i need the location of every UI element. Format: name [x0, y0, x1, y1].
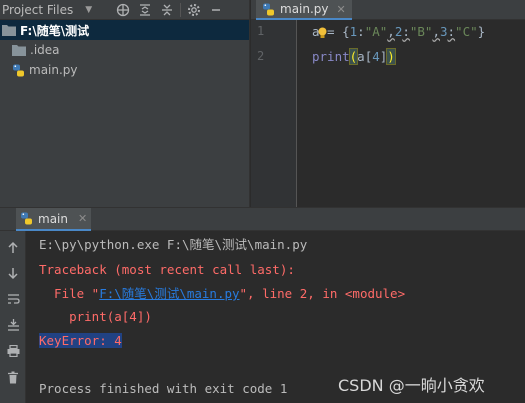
console-exit-line: Process finished with exit code 1 — [39, 381, 288, 396]
code-token: : — [447, 24, 456, 39]
expand-all-icon[interactable] — [134, 0, 156, 20]
tree-item-root-folder[interactable]: F:\随笔\测试 — [0, 20, 249, 40]
arrow-up-icon[interactable] — [2, 236, 24, 258]
code-token: "C" — [455, 24, 478, 39]
trash-icon[interactable] — [2, 366, 24, 388]
close-icon[interactable]: ✕ — [78, 212, 87, 225]
console-traceback-header: Traceback (most recent call last): — [39, 262, 295, 277]
minimize-icon[interactable] — [205, 0, 227, 20]
print-icon[interactable] — [2, 340, 24, 362]
code-token: : — [357, 24, 365, 39]
code-token: } — [477, 24, 486, 39]
project-toolbar: Project Files ▼ — [0, 0, 249, 20]
python-file-icon — [262, 3, 275, 16]
tree-item-label: F:\随笔\测试 — [20, 23, 90, 38]
tree-item-label: .idea — [30, 43, 60, 57]
ide-top-region: Project Files ▼ F:\随笔\测试 .idea main.py m… — [0, 0, 525, 207]
folder-icon — [12, 44, 26, 56]
code-line-2: print(a[4]) — [312, 47, 396, 67]
tab-label: main — [38, 211, 68, 226]
code-editor[interactable]: a = {1:"A",2:"B",3:"C"} print(a[4]) — [298, 20, 525, 207]
line-number-gutter: 1 2 — [251, 20, 297, 207]
tab-main-py[interactable]: main.py ✕ — [256, 0, 352, 20]
code-token: : — [402, 24, 410, 39]
watermark: CSDN @一晌小贪欢 — [338, 376, 485, 395]
selected-error-text[interactable]: KeyError: 4 — [39, 333, 122, 348]
line-number: 2 — [257, 49, 265, 63]
code-token: "B" — [409, 24, 433, 39]
toolbar-divider — [180, 2, 182, 17]
code-line-1: a = {1:"A",2:"B",3:"C"} — [312, 22, 485, 42]
gear-icon[interactable] — [183, 0, 205, 20]
console-traceback-file-line: File "F:\随笔\测试\main.py", line 2, in <mod… — [39, 285, 405, 303]
python-file-icon — [12, 64, 25, 77]
locate-target-icon[interactable] — [112, 0, 134, 20]
console-command-line: E:\py\python.exe F:\随笔\测试\main.py — [39, 237, 308, 252]
run-toolbar — [0, 231, 26, 403]
tab-label: main.py — [280, 2, 329, 16]
chevron-down-icon[interactable]: ▼ — [85, 5, 92, 15]
scroll-to-end-icon[interactable] — [2, 314, 24, 336]
console-error-line: KeyError: 4 — [39, 332, 122, 350]
file-link[interactable]: F:\随笔\测试\main.py — [99, 286, 239, 301]
tree-item-label: main.py — [29, 63, 78, 77]
console-text: ", line 2, in <module> — [239, 286, 406, 301]
console-text: File " — [39, 286, 100, 301]
editor-tab-bar: main.py ✕ — [251, 0, 525, 20]
code-token: ) — [386, 48, 396, 65]
code-token: { — [342, 24, 350, 39]
folder-icon — [2, 24, 16, 36]
code-token: 3 — [439, 24, 448, 39]
tree-item-main-py[interactable]: main.py — [0, 60, 249, 80]
collapse-all-icon[interactable] — [156, 0, 178, 20]
code-token: 4 — [372, 49, 380, 64]
tab-run-main[interactable]: main ✕ — [16, 208, 92, 231]
project-view-selector[interactable]: Project Files — [0, 3, 73, 17]
close-icon[interactable]: ✕ — [337, 3, 346, 16]
code-token: a[ — [357, 49, 373, 64]
code-token: print — [312, 49, 350, 64]
code-token: , — [387, 24, 395, 39]
soft-wrap-icon[interactable] — [2, 288, 24, 310]
line-number: 1 — [257, 24, 265, 38]
python-file-icon — [20, 212, 33, 225]
code-token: "A" — [364, 24, 388, 39]
arrow-down-icon[interactable] — [2, 262, 24, 284]
project-tree: F:\随笔\测试 .idea main.py — [0, 20, 249, 207]
tree-item-idea-folder[interactable]: .idea — [0, 40, 249, 60]
code-token: , — [432, 24, 440, 39]
run-tool-window-header: main ✕ — [0, 207, 525, 231]
console-traceback-code-line: print(a[4]) — [39, 309, 152, 324]
